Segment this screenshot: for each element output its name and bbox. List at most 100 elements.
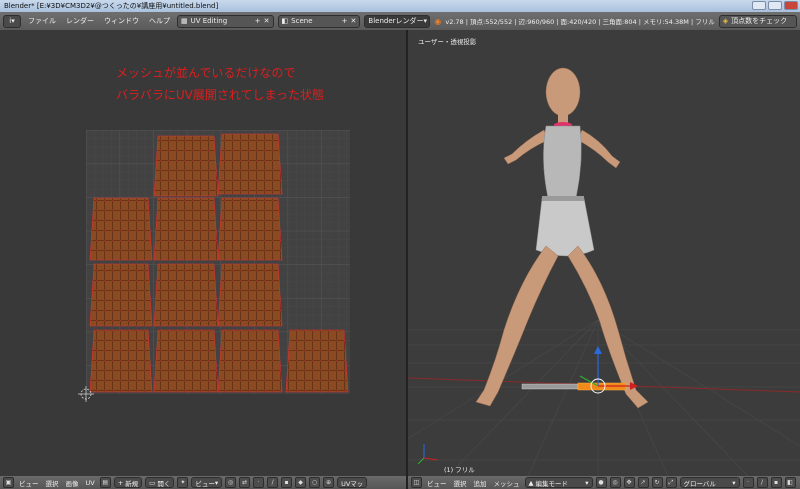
island-select-icon[interactable]: ◆ [295,477,307,488]
editor-type-uv-icon[interactable]: ▣ [3,477,14,488]
3d-menu-select[interactable]: 選択 [452,478,469,488]
3d-menu-view[interactable]: ビュー [425,478,449,488]
face-mode-icon[interactable]: ▪ [770,477,782,488]
uv-island[interactable] [285,329,349,393]
blender-logo-icon: ◉ [434,16,442,26]
image-browse-icon[interactable]: ▤ [99,477,111,488]
uv-map-selector[interactable]: UVマッ [337,477,368,488]
check-vertex-count-button[interactable]: ◈ 頂点数をチェック [718,14,797,28]
3d-viewport[interactable] [408,30,800,476]
face-select-icon[interactable]: ▪ [281,477,293,488]
add-layout-icon: + [254,17,261,25]
axis-orientation-gizmo [417,444,439,465]
translate-icon[interactable]: ↗ [637,477,649,488]
close-button[interactable] [784,1,798,10]
snap-icon[interactable]: ⊕ [323,477,335,488]
render-engine-selector[interactable]: Blenderレンダー ▾ [364,14,431,28]
floor-grid [408,319,800,476]
shading-icon[interactable]: ● [595,477,607,488]
transform-orientation-selector[interactable]: グローバル ▾ [679,477,740,488]
mode-label: 編集モード [535,479,569,488]
pivot-icon[interactable]: ◎ [225,477,237,488]
info-header: i ▾ ファイル レンダー ウィンドウ ヘルプ ▦ UV Editing + ✕ … [0,12,800,30]
character-skirt [535,197,595,257]
annotation-line-2: バラバラにUV展開されてしまった状態 [116,88,325,102]
orientation-label: グローバル [683,479,716,488]
proportional-edit-icon[interactable]: ○ [309,477,321,488]
check-vertex-count-label: 頂点数をチェック [731,17,788,25]
menu-help[interactable]: ヘルプ [146,16,173,26]
window-title: Blender* [E:¥3D¥CM3D2¥@つくったの¥講座用¥untitle… [4,2,219,10]
pin-icon[interactable]: ✦ [177,477,189,488]
edit-mode-icon: ▲ [528,478,534,487]
character-dress-top [543,125,582,199]
character-right-arm [577,129,621,169]
uv-map-label: UVマッ [341,479,364,488]
uv-island[interactable] [217,329,283,393]
menu-file[interactable]: ファイル [25,16,59,26]
maximize-button[interactable] [768,1,782,10]
pivot-point-icon[interactable]: ◎ [609,477,621,488]
uv-island[interactable] [153,263,219,327]
editor-type-button[interactable]: i ▾ [3,14,21,28]
uv-island[interactable] [217,133,283,195]
layout-grid-icon: ▦ [181,17,188,25]
scale-icon[interactable]: ⤢ [665,477,677,488]
uv-island[interactable] [89,329,153,393]
viewport-view-label: ユーザー・透視投影 [418,38,477,46]
uv-island[interactable] [217,197,283,261]
uv-island[interactable] [153,197,219,261]
layout-name: UV Editing [190,17,228,25]
uv-editor-header: ▣ ビュー 選択 画像 UV ▤ + 新規 ▭ 開く ✦ ビュー ▾ ◎ ⇄ · /… [0,476,406,489]
info-icon: i [9,17,12,25]
sync-selection-icon[interactable]: ⇄ [239,477,251,488]
add-scene-icon: + [341,17,348,25]
open-image-label: 開く [157,479,171,488]
3d-menu-mesh[interactable]: メッシュ [492,478,522,488]
uv-island[interactable] [153,135,219,197]
check-icon: ◈ [722,17,729,25]
rotate-icon[interactable]: ↻ [651,477,663,488]
uv-island[interactable] [153,329,219,393]
minimize-button[interactable] [752,1,766,10]
vertex-mode-icon[interactable]: · [742,477,754,488]
uv-editor[interactable]: メッシュが並んでいるだけなので バラバラにUV展開されてしまった状態 [0,30,406,476]
uv-menu-uvs[interactable]: UV [84,479,97,487]
view-mode-selector[interactable]: ビュー ▾ [191,477,223,488]
editor-type-3d-icon[interactable]: ◫ [411,477,422,488]
menu-window[interactable]: ウィンドウ [101,16,142,26]
menu-render[interactable]: レンダー [63,16,97,26]
annotation-line-1: メッシュが並んでいるだけなので [116,66,296,80]
character-model[interactable] [475,67,649,409]
character-head [545,67,581,117]
scene-icon: ◧ [281,17,289,25]
3d-menu-add[interactable]: 追加 [472,478,489,488]
uv-island[interactable] [89,197,153,261]
remove-scene-icon: ✕ [350,17,357,25]
new-image-button[interactable]: + 新規 [113,477,143,488]
occlude-icon[interactable]: ◧ [784,477,796,488]
3d-viewport-canvas[interactable] [408,30,800,476]
scene-selector[interactable]: ◧ Scene + ✕ [277,14,361,28]
z-axis-arrow-icon[interactable] [594,346,602,354]
window-title-bar: Blender* [E:¥3D¥CM3D2¥@つくったの¥講座用¥untitle… [0,0,800,12]
render-engine-name: Blenderレンダー [368,17,424,25]
mode-selector[interactable]: ▲ 編集モード ▾ [524,477,593,488]
scene-stats: v2.78 | 頂点:552/552 | 辺:960/960 | 面:420/4… [445,18,715,26]
view-mode-label: ビュー [195,479,215,488]
folder-icon: ▭ [149,478,156,487]
remove-layout-icon: ✕ [263,17,270,25]
uv-menu-view[interactable]: ビュー [17,478,41,488]
edge-mode-icon[interactable]: / [756,477,768,488]
scene-name: Scene [291,17,313,25]
uv-menu-image[interactable]: 画像 [64,478,81,488]
vertex-select-icon[interactable]: · [253,477,265,488]
uv-menu-select[interactable]: 選択 [44,478,61,488]
3d-viewport-header: ◫ ビュー 選択 追加 メッシュ ▲ 編集モード ▾ ● ◎ ✥ ↗ ↻ ⤢ グロー… [408,476,800,489]
layout-selector[interactable]: ▦ UV Editing + ✕ [177,14,274,28]
uv-island[interactable] [89,263,153,327]
open-image-button[interactable]: ▭ 開く [145,477,175,488]
uv-island[interactable] [217,263,283,327]
manipulator-icon[interactable]: ✥ [623,477,635,488]
edge-select-icon[interactable]: / [267,477,279,488]
